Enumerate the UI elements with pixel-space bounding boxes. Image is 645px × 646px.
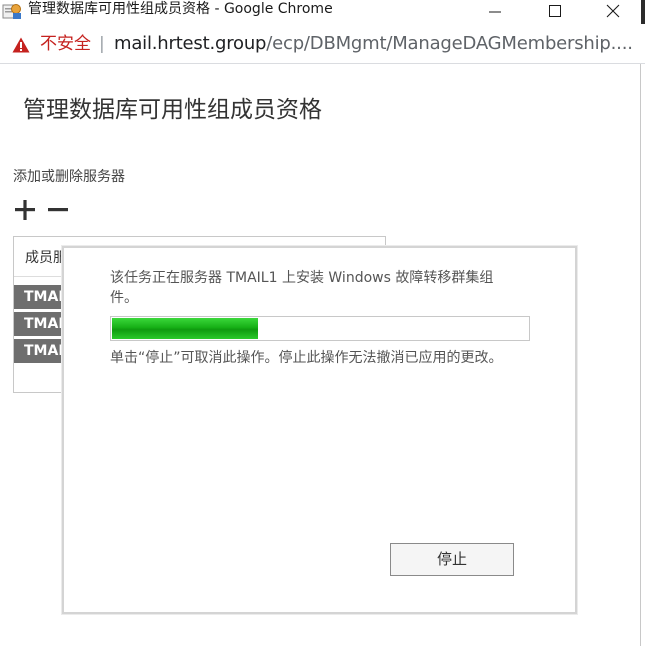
minimize-icon [489, 11, 501, 13]
progress-fill [112, 318, 258, 339]
address-bar-divider [0, 63, 645, 64]
section-label: 添加或删除服务器 [13, 169, 125, 185]
app-icon [2, 4, 21, 19]
progress-bar [110, 316, 530, 341]
close-icon [606, 4, 620, 18]
close-button[interactable] [588, 0, 638, 22]
page-title: 管理数据库可用性组成员资格 [23, 97, 322, 123]
security-status[interactable]: 不安全 [40, 33, 91, 55]
maximize-icon [549, 5, 561, 17]
url-host: mail.hrtest.group [114, 33, 267, 54]
address-bar[interactable]: 不安全 | mail.hrtest.group/ecp/DBMgmt/Manag… [0, 24, 645, 64]
dialog-note: 单击“停止”可取消此操作。停止此操作无法撤消已应用的更改。 [110, 350, 503, 366]
column-header-label: 成员服 [25, 250, 67, 266]
dialog-message: 该任务正在服务器 TMAIL1 上安装 Windows 故障转移群集组件。 [110, 270, 494, 306]
progress-dialog: 该任务正在服务器 TMAIL1 上安装 Windows 故障转移群集组件。 单击… [62, 246, 577, 614]
minus-icon[interactable] [47, 199, 69, 221]
plus-icon[interactable] [14, 199, 36, 221]
minimize-button[interactable] [470, 0, 520, 22]
address-separator: | [99, 34, 105, 54]
warning-icon [12, 37, 30, 53]
url-text[interactable]: mail.hrtest.group/ecp/DBMgmt/ManageDAGMe… [114, 33, 633, 55]
window-titlebar: 管理数据库可用性组成员资格 - Google Chrome [0, 0, 645, 24]
maximize-button[interactable] [530, 0, 580, 22]
stop-button[interactable]: 停止 [390, 543, 514, 576]
background-window-edge-right [640, 64, 645, 646]
url-path: /ecp/DBMgmt/ManageDAGMembership.... [266, 33, 633, 54]
window-title: 管理数据库可用性组成员资格 - Google Chrome [28, 1, 333, 17]
